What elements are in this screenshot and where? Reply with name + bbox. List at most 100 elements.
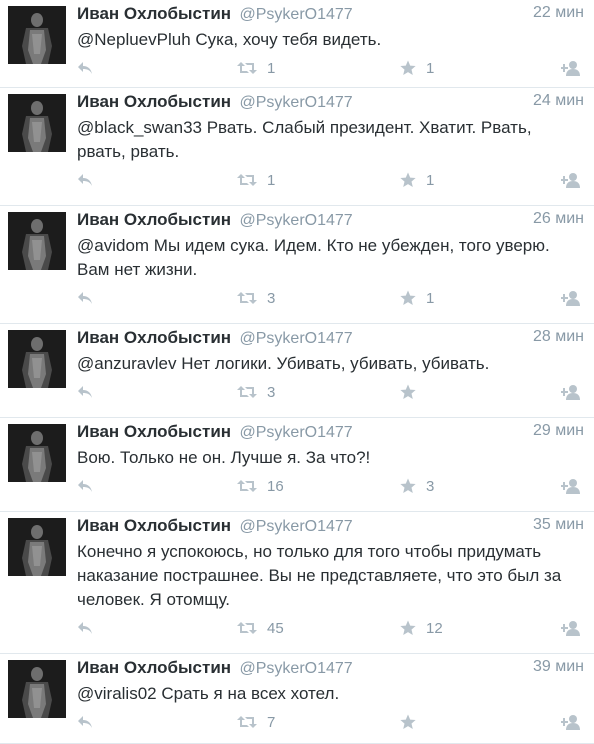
retweet-count: 1 (267, 59, 276, 77)
star-icon (400, 384, 416, 400)
tweet-2[interactable]: Иван Охлобыстин @PsykerO1477 24 мин @bla… (0, 88, 594, 206)
tweet-6[interactable]: Иван Охлобыстин @PsykerO1477 35 мин Коне… (0, 512, 594, 654)
follow-icon (561, 620, 583, 636)
tweet-timestamp[interactable]: 39 мин (533, 658, 584, 676)
tweet-text: @black_swan33 Рвать. Слабый президент. Х… (77, 118, 532, 161)
favorite-count: 1 (426, 171, 435, 189)
star-icon (400, 620, 416, 636)
favorite-count: 12 (426, 619, 443, 637)
tweet-text: @viralis02 Срать я на всех хотел. (77, 684, 340, 703)
reply-icon (77, 173, 93, 187)
reply-button[interactable] (77, 169, 93, 191)
star-icon (400, 290, 416, 306)
follow-button[interactable] (561, 711, 583, 733)
follow-icon (561, 384, 583, 400)
retweet-count: 1 (267, 171, 276, 189)
retweet-button[interactable]: 16 (237, 475, 284, 497)
tweet-text: Конечно я успокоюсь, но только для того … (77, 542, 562, 609)
tweet-actions: 7 (77, 711, 594, 733)
star-icon (400, 714, 416, 730)
tweet-4[interactable]: Иван Охлобыстин @PsykerO1477 28 мин @anz… (0, 324, 594, 418)
follow-button[interactable] (561, 287, 583, 309)
favorite-button[interactable]: 1 (400, 57, 434, 79)
follow-button[interactable] (561, 381, 583, 403)
follow-button[interactable] (561, 475, 583, 497)
favorite-count: 1 (426, 59, 435, 77)
tweet-timestamp[interactable]: 28 мин (533, 328, 584, 346)
retweet-icon (237, 621, 257, 635)
author-name[interactable]: Иван Охлобыстин (77, 4, 231, 23)
reply-icon (77, 621, 93, 635)
follow-button[interactable] (561, 169, 583, 191)
avatar[interactable] (8, 6, 66, 64)
reply-button[interactable] (77, 711, 93, 733)
tweet-timestamp[interactable]: 24 мин (533, 92, 584, 110)
author-handle[interactable]: @PsykerO1477 (240, 212, 353, 229)
favorite-button[interactable]: 1 (400, 287, 434, 309)
tweet-actions: 3 (77, 381, 594, 403)
retweet-button[interactable]: 1 (237, 57, 275, 79)
retweet-count: 7 (267, 713, 276, 731)
tweet-5[interactable]: Иван Охлобыстин @PsykerO1477 29 мин Вою.… (0, 418, 594, 512)
retweet-button[interactable]: 45 (237, 617, 284, 639)
tweet-actions: 1 1 (77, 169, 594, 191)
tweet-actions: 1 1 (77, 57, 594, 79)
star-icon (400, 478, 416, 494)
favorite-button[interactable] (400, 381, 426, 403)
avatar[interactable] (8, 424, 66, 482)
favorite-button[interactable]: 12 (400, 617, 443, 639)
avatar[interactable] (8, 94, 66, 152)
favorite-count: 3 (426, 477, 435, 495)
avatar[interactable] (8, 518, 66, 576)
tweet-timestamp[interactable]: 22 мин (533, 4, 584, 22)
author-handle[interactable]: @PsykerO1477 (240, 518, 353, 535)
retweet-button[interactable]: 1 (237, 169, 275, 191)
author-name[interactable]: Иван Охлобыстин (77, 658, 231, 677)
tweet-timestamp[interactable]: 29 мин (533, 422, 584, 440)
retweet-button[interactable]: 7 (237, 711, 275, 733)
tweet-timestamp[interactable]: 26 мин (533, 210, 584, 228)
favorite-button[interactable]: 3 (400, 475, 434, 497)
retweet-icon (237, 291, 257, 305)
author-name[interactable]: Иван Охлобыстин (77, 422, 231, 441)
author-handle[interactable]: @PsykerO1477 (240, 660, 353, 677)
tweet-text: @NepluevPluh Сука, хочу тебя видеть. (77, 30, 382, 49)
tweet-text: Вою. Только не он. Лучше я. За что?! (77, 448, 371, 467)
avatar[interactable] (8, 660, 66, 718)
reply-icon (77, 61, 93, 75)
author-handle[interactable]: @PsykerO1477 (240, 6, 353, 23)
author-name[interactable]: Иван Охлобыстин (77, 328, 231, 347)
follow-icon (561, 714, 583, 730)
reply-button[interactable] (77, 287, 93, 309)
author-name[interactable]: Иван Охлобыстин (77, 210, 231, 229)
avatar[interactable] (8, 330, 66, 388)
retweet-button[interactable]: 3 (237, 287, 275, 309)
tweet-7[interactable]: Иван Охлобыстин @PsykerO1477 39 мин @vir… (0, 654, 594, 744)
author-name[interactable]: Иван Охлобыстин (77, 92, 231, 111)
author-handle[interactable]: @PsykerO1477 (240, 330, 353, 347)
reply-icon (77, 291, 93, 305)
author-handle[interactable]: @PsykerO1477 (240, 424, 353, 441)
reply-button[interactable] (77, 57, 93, 79)
tweet-actions: 45 12 (77, 617, 594, 639)
star-icon (400, 172, 416, 188)
retweet-count: 3 (267, 383, 276, 401)
retweet-button[interactable]: 3 (237, 381, 275, 403)
reply-button[interactable] (77, 617, 93, 639)
follow-button[interactable] (561, 57, 583, 79)
follow-icon (561, 478, 583, 494)
reply-button[interactable] (77, 381, 93, 403)
tweet-timestamp[interactable]: 35 мин (533, 516, 584, 534)
reply-button[interactable] (77, 475, 93, 497)
follow-button[interactable] (561, 617, 583, 639)
author-name[interactable]: Иван Охлобыстин (77, 516, 231, 535)
tweet-1[interactable]: Иван Охлобыстин @PsykerO1477 22 мин @Nep… (0, 0, 594, 88)
reply-icon (77, 479, 93, 493)
retweet-icon (237, 479, 257, 493)
favorite-button[interactable] (400, 711, 426, 733)
reply-icon (77, 715, 93, 729)
favorite-button[interactable]: 1 (400, 169, 434, 191)
avatar[interactable] (8, 212, 66, 270)
author-handle[interactable]: @PsykerO1477 (240, 94, 353, 111)
tweet-3[interactable]: Иван Охлобыстин @PsykerO1477 26 мин @avi… (0, 206, 594, 324)
